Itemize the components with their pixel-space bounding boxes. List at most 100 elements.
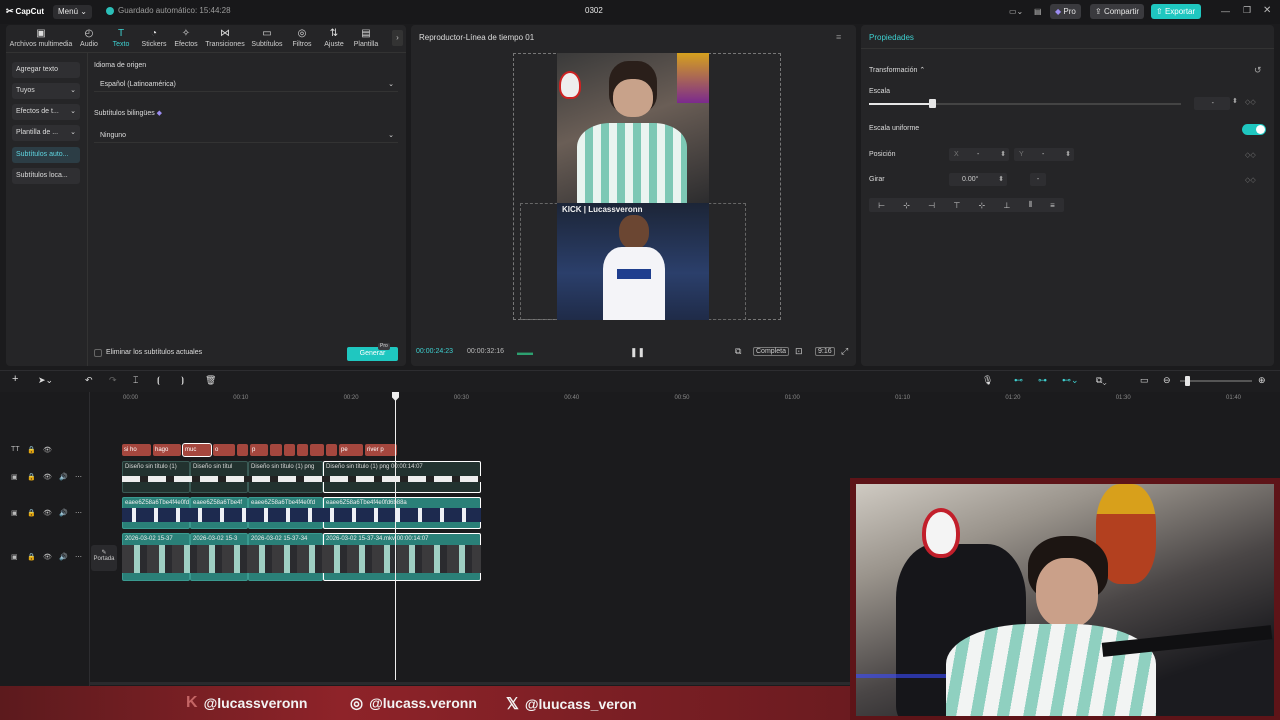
- distribute-h-icon[interactable]: ⫴: [1029, 200, 1032, 210]
- sidebar-item-auto-captions[interactable]: Subtítulos auto...: [12, 147, 80, 163]
- subtitle-clip[interactable]: muc: [182, 443, 212, 457]
- microphone-icon[interactable]: 🎙: [982, 375, 993, 386]
- minimize-icon[interactable]: —: [1221, 6, 1230, 16]
- keyboard-icon[interactable]: ▤: [1029, 4, 1047, 19]
- cover-button[interactable]: ✎ Portada: [91, 545, 117, 571]
- pro-button[interactable]: ◆ Pro: [1050, 4, 1081, 19]
- select-tool-icon[interactable]: ➤⌄: [38, 375, 53, 386]
- align-left-icon[interactable]: ⊢: [878, 201, 885, 210]
- sidebar-item-text-effects[interactable]: Efectos de t... ⌄: [12, 104, 80, 120]
- eye-icon[interactable]: 👁: [43, 553, 52, 561]
- keyframe-icon[interactable]: ◇◇: [1245, 176, 1256, 184]
- subtitle-clip[interactable]: p: [250, 444, 268, 456]
- transform-section[interactable]: Transformación ⌃: [869, 66, 925, 74]
- properties-tab[interactable]: Propiedades: [869, 33, 914, 42]
- scale-slider-track[interactable]: [869, 103, 1181, 105]
- audio-icon[interactable]: 🔊: [59, 509, 68, 517]
- align-center-h-icon[interactable]: ⊹: [903, 201, 910, 210]
- tool-template[interactable]: ▤ Plantilla: [350, 28, 382, 48]
- link-icon[interactable]: ⊶: [1038, 375, 1047, 386]
- subtitle-clip[interactable]: [326, 444, 337, 456]
- crop-icon[interactable]: ⧉: [735, 346, 741, 357]
- share-button[interactable]: ⇪ Compartir: [1090, 4, 1145, 19]
- rotate-flip-button[interactable]: -: [1030, 173, 1046, 186]
- tool-filters[interactable]: ◎ Filtros: [286, 28, 318, 48]
- delete-icon[interactable]: 🗑: [205, 375, 216, 386]
- eye-icon[interactable]: 👁: [43, 509, 52, 517]
- add-track-icon[interactable]: +: [12, 373, 18, 385]
- scale-stepper-icon[interactable]: ⬍: [1232, 97, 1238, 105]
- eye-icon[interactable]: 👁: [43, 446, 52, 454]
- position-x-input[interactable]: X - ⬍: [949, 148, 1009, 161]
- subtitle-clip[interactable]: [284, 444, 295, 456]
- more-icon[interactable]: ⋯: [75, 509, 82, 517]
- sidebar-item-yours[interactable]: Tuyos ⌄: [12, 83, 80, 99]
- maximize-icon[interactable]: ❐: [1243, 5, 1251, 16]
- trim-right-icon[interactable]: ⦘: [181, 375, 184, 386]
- align-top-icon[interactable]: ⊤: [953, 201, 960, 210]
- audio-icon[interactable]: 🔊: [59, 473, 68, 481]
- lock-icon[interactable]: 🔒: [27, 509, 36, 517]
- source-language-select[interactable]: Español (Latinoamérica) ⌄: [94, 78, 398, 92]
- trim-left-icon[interactable]: ⦗: [157, 375, 160, 386]
- rotate-input[interactable]: 0.00° ⬍: [949, 173, 1007, 186]
- subtitle-clip[interactable]: river p: [365, 444, 397, 456]
- zoom-slider-track[interactable]: [1180, 380, 1252, 382]
- lock-icon[interactable]: 🔒: [27, 553, 36, 561]
- keyframe-icon[interactable]: ◇◇: [1245, 151, 1256, 159]
- preview-axis-icon[interactable]: ⊷⌄: [1062, 375, 1079, 386]
- redo-icon[interactable]: ↷: [109, 375, 117, 386]
- tool-media[interactable]: ▣ Archivos multimedia: [8, 28, 74, 48]
- magnet-icon[interactable]: ⊷: [1014, 375, 1023, 386]
- align-right-icon[interactable]: ⊣: [928, 201, 935, 210]
- subtitle-clip[interactable]: [297, 444, 308, 456]
- align-bottom-icon[interactable]: ⊥: [1003, 201, 1010, 210]
- eye-icon[interactable]: 👁: [43, 473, 52, 481]
- zoom-slider-handle[interactable]: [1185, 376, 1190, 386]
- generate-button[interactable]: Generar: [347, 347, 398, 361]
- timeline-ruler[interactable]: 00:00 00:10 00:20 00:30 00:40 00:50 01:00 01:10…: [90, 392, 1280, 406]
- snap-icon[interactable]: ⧉⌄: [1096, 375, 1107, 386]
- tool-text[interactable]: T Texto: [104, 28, 138, 48]
- undo-icon[interactable]: ↶: [85, 375, 93, 386]
- split-icon[interactable]: ⌶: [133, 375, 138, 386]
- tool-adjust[interactable]: ⇅ Ajuste: [318, 28, 350, 48]
- subtitle-clip[interactable]: pe: [339, 444, 363, 456]
- menu-button[interactable]: Menú ⌄: [53, 5, 92, 19]
- subtitle-clip[interactable]: hago: [153, 444, 181, 456]
- subtitle-clip[interactable]: [270, 444, 282, 456]
- align-center-v-icon[interactable]: ⊹: [979, 201, 986, 210]
- zoom-out-icon[interactable]: ⊖: [1163, 375, 1171, 386]
- export-button[interactable]: ⇧ Exportar: [1151, 4, 1201, 19]
- pause-icon[interactable]: ❚❚: [630, 347, 645, 358]
- lock-icon[interactable]: 🔒: [27, 473, 36, 481]
- snapshot-icon[interactable]: ⊡: [795, 346, 803, 357]
- subtitle-clip[interactable]: [237, 444, 248, 456]
- subtitle-clip[interactable]: si ho: [122, 444, 151, 456]
- sidebar-item-template[interactable]: Plantilla de ... ⌄: [12, 125, 80, 141]
- layout-icon[interactable]: ▭⌄: [1004, 4, 1028, 19]
- subtitle-clip[interactable]: [310, 444, 324, 456]
- full-quality-button[interactable]: Completa: [753, 347, 789, 356]
- aspect-ratio-button[interactable]: 9:16: [815, 347, 835, 356]
- remove-captions-checkbox[interactable]: [94, 349, 102, 357]
- scale-slider-handle[interactable]: [929, 99, 936, 108]
- tool-audio[interactable]: ◴ Audio: [74, 28, 104, 48]
- close-icon[interactable]: ✕: [1263, 5, 1271, 16]
- tool-subtitles[interactable]: ▭ Subtítulos: [248, 28, 286, 48]
- scale-input[interactable]: -: [1194, 97, 1230, 110]
- lock-icon[interactable]: 🔒: [27, 446, 36, 454]
- uniform-scale-toggle[interactable]: [1242, 124, 1266, 135]
- zoom-in-icon[interactable]: ⊕: [1258, 375, 1266, 386]
- sidebar-item-local-captions[interactable]: Subtítulos loca...: [12, 168, 80, 184]
- distribute-v-icon[interactable]: ≡: [1050, 201, 1055, 210]
- tool-transitions[interactable]: ⋈ Transiciones: [202, 28, 248, 48]
- chevron-right-icon[interactable]: ›: [392, 30, 403, 46]
- keyframe-icon[interactable]: ◇◇: [1245, 98, 1256, 106]
- sidebar-item-add-text[interactable]: Agregar texto: [12, 62, 80, 78]
- reset-icon[interactable]: ↺: [1254, 65, 1262, 76]
- tool-effects[interactable]: ✧ Efectos: [170, 28, 202, 48]
- hamburger-menu-icon[interactable]: ≡: [836, 32, 841, 42]
- position-y-input[interactable]: Y - ⬍: [1014, 148, 1074, 161]
- subtitle-clip[interactable]: o: [213, 444, 235, 456]
